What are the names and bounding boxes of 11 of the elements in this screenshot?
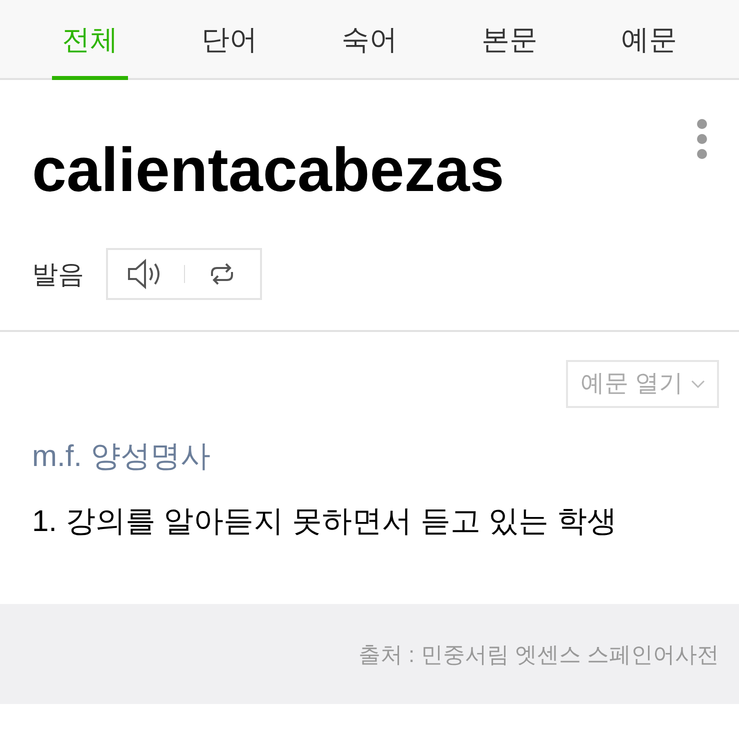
part-of-speech: m.f. 양성명사 [32, 439, 212, 475]
source-note: 출처 : 민중서림 엣센스 스페인어사전 [358, 640, 719, 668]
tab[interactable]: 예문 [611, 0, 688, 80]
more-icon[interactable] [696, 118, 708, 160]
tab[interactable]: 숙어 [331, 0, 408, 80]
chevron-down-icon [691, 380, 705, 388]
pronunciation-label: 발음 [32, 258, 84, 290]
tab[interactable]: 본문 [471, 0, 548, 80]
tab[interactable]: 단어 [192, 0, 268, 80]
headword: calientacabezas [32, 140, 506, 202]
definition: 1. 강의를 알아듣지 못하면서 듣고 있는 학생 [32, 504, 618, 540]
